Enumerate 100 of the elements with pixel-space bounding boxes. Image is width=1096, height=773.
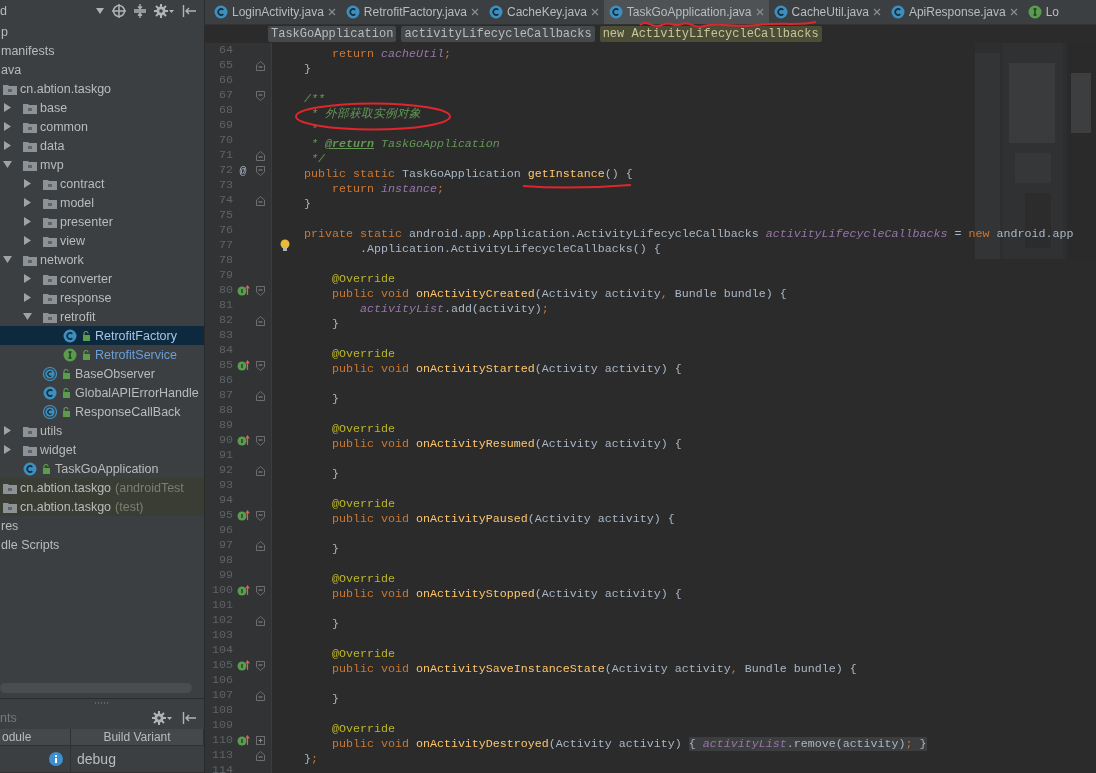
tree-item[interactable]: data bbox=[0, 136, 204, 155]
tree-item[interactable]: converter bbox=[0, 269, 204, 288]
collapsed-arrow-icon[interactable] bbox=[23, 236, 32, 245]
fold-icon[interactable] bbox=[255, 435, 265, 446]
column-header[interactable]: Build Variant bbox=[71, 729, 204, 745]
file-tab[interactable]: TaskGoApplication.java bbox=[603, 0, 769, 24]
fold-icon[interactable] bbox=[255, 60, 265, 71]
tree-item[interactable]: mvp bbox=[0, 155, 204, 174]
tree-item[interactable]: base bbox=[0, 98, 204, 117]
hide-panel-icon[interactable] bbox=[182, 4, 196, 18]
override-icon[interactable] bbox=[236, 435, 250, 446]
tree-item[interactable]: RetrofitFactory bbox=[0, 326, 204, 345]
breadcrumb[interactable]: TaskGoApplication bbox=[268, 26, 397, 42]
close-icon[interactable] bbox=[755, 8, 764, 16]
fold-icon[interactable] bbox=[255, 195, 265, 206]
tree-item[interactable]: TaskGoApplication bbox=[0, 459, 204, 478]
tree-item[interactable]: view bbox=[0, 231, 204, 250]
file-tab[interactable]: RetrofitFactory.java bbox=[340, 0, 484, 24]
fold-icon[interactable] bbox=[255, 90, 265, 101]
tree-item[interactable]: contract bbox=[0, 174, 204, 193]
tree-item[interactable]: ava bbox=[0, 60, 204, 79]
dropdown-caret-icon[interactable] bbox=[96, 8, 104, 14]
fold-icon[interactable] bbox=[255, 390, 265, 401]
fold-icon[interactable] bbox=[255, 465, 265, 476]
tree-item[interactable]: cn.abtion.taskgo (androidTest bbox=[0, 478, 204, 497]
collapsed-arrow-icon[interactable] bbox=[3, 426, 12, 435]
tree-item[interactable]: presenter bbox=[0, 212, 204, 231]
fold-icon[interactable] bbox=[255, 615, 265, 626]
collapsed-arrow-icon[interactable] bbox=[23, 179, 32, 188]
collapsed-arrow-icon[interactable] bbox=[23, 274, 32, 283]
breadcrumb[interactable]: new ActivityLifecycleCallbacks bbox=[599, 26, 822, 42]
gutter-mark[interactable]: @ bbox=[239, 163, 247, 178]
collapsed-arrow-icon[interactable] bbox=[3, 122, 12, 131]
collapsed-arrow-icon[interactable] bbox=[3, 141, 12, 150]
file-tab[interactable]: CacheUtil.java bbox=[768, 0, 886, 24]
override-icon[interactable] bbox=[236, 510, 250, 521]
tree-item[interactable]: res bbox=[0, 516, 204, 535]
fold-icon[interactable] bbox=[255, 150, 265, 161]
tree-item[interactable]: GlobalAPIErrorHandle bbox=[0, 383, 204, 402]
code-line: public void onActivityPaused(Activity activity) { bbox=[331, 512, 675, 527]
tree-item[interactable]: retrofit bbox=[0, 307, 204, 326]
tree-item[interactable]: dle Scripts bbox=[0, 535, 204, 554]
collapse-all-icon[interactable] bbox=[134, 4, 146, 18]
override-icon[interactable] bbox=[236, 735, 250, 746]
build-variant-dropdown[interactable]: debug bbox=[71, 751, 204, 767]
tree-item[interactable]: cn.abtion.taskgo bbox=[0, 79, 204, 98]
collapsed-arrow-icon[interactable] bbox=[23, 293, 32, 302]
override-icon[interactable] bbox=[236, 660, 250, 671]
hide-panel-icon[interactable] bbox=[182, 711, 196, 725]
tree-item[interactable]: network bbox=[0, 250, 204, 269]
override-icon[interactable] bbox=[236, 285, 250, 296]
expand-fold-icon[interactable] bbox=[255, 736, 265, 745]
close-icon[interactable] bbox=[327, 8, 336, 16]
fold-icon[interactable] bbox=[255, 585, 265, 596]
expanded-arrow-icon[interactable] bbox=[23, 312, 32, 321]
tree-item[interactable]: response bbox=[0, 288, 204, 307]
settings-icon[interactable] bbox=[154, 4, 174, 18]
close-icon[interactable] bbox=[471, 8, 479, 16]
tree-item[interactable]: manifests bbox=[0, 41, 204, 60]
fold-icon[interactable] bbox=[255, 750, 265, 761]
fold-icon[interactable] bbox=[255, 510, 265, 521]
collapsed-arrow-icon[interactable] bbox=[23, 198, 32, 207]
fold-icon[interactable] bbox=[255, 540, 265, 551]
fold-icon[interactable] bbox=[255, 285, 265, 296]
tree-item[interactable]: BaseObserver bbox=[0, 364, 204, 383]
splitter-handle-icon[interactable] bbox=[95, 702, 109, 704]
close-icon[interactable] bbox=[872, 8, 881, 16]
file-tab[interactable]: Lo bbox=[1022, 0, 1064, 24]
file-tab[interactable]: LoginActivity.java bbox=[209, 0, 341, 24]
panel-title: nts bbox=[0, 711, 17, 725]
tree-item[interactable]: RetrofitService bbox=[0, 345, 204, 364]
file-tab[interactable]: CacheKey.java bbox=[484, 0, 604, 24]
fold-icon[interactable] bbox=[255, 165, 265, 176]
tree-item[interactable]: p bbox=[0, 22, 204, 41]
tree-item[interactable]: ResponseCallBack bbox=[0, 402, 204, 421]
locate-icon[interactable] bbox=[112, 4, 126, 18]
override-icon[interactable] bbox=[236, 585, 250, 596]
override-icon[interactable] bbox=[236, 360, 250, 371]
expanded-arrow-icon[interactable] bbox=[3, 160, 12, 169]
fold-icon[interactable] bbox=[255, 315, 265, 326]
tree-item[interactable]: utils bbox=[0, 421, 204, 440]
close-icon[interactable] bbox=[1009, 8, 1018, 16]
fold-icon[interactable] bbox=[255, 690, 265, 701]
breadcrumb[interactable]: activityLifecycleCallbacks bbox=[401, 26, 595, 42]
tree-item[interactable]: widget bbox=[0, 440, 204, 459]
code-line: * 外部获取实例对象 bbox=[310, 107, 421, 122]
fold-icon[interactable] bbox=[255, 660, 265, 671]
lightbulb-icon[interactable] bbox=[280, 239, 290, 252]
expanded-arrow-icon[interactable] bbox=[3, 255, 12, 264]
file-tab[interactable]: ApiResponse.java bbox=[885, 0, 1023, 24]
close-icon[interactable] bbox=[590, 8, 599, 16]
column-header[interactable]: odule bbox=[0, 729, 71, 745]
tree-item[interactable]: cn.abtion.taskgo (test) bbox=[0, 497, 204, 516]
settings-icon[interactable] bbox=[152, 711, 172, 725]
collapsed-arrow-icon[interactable] bbox=[3, 445, 12, 454]
collapsed-arrow-icon[interactable] bbox=[3, 103, 12, 112]
tree-item[interactable]: model bbox=[0, 193, 204, 212]
collapsed-arrow-icon[interactable] bbox=[23, 217, 32, 226]
fold-icon[interactable] bbox=[255, 360, 265, 371]
tree-item[interactable]: common bbox=[0, 117, 204, 136]
